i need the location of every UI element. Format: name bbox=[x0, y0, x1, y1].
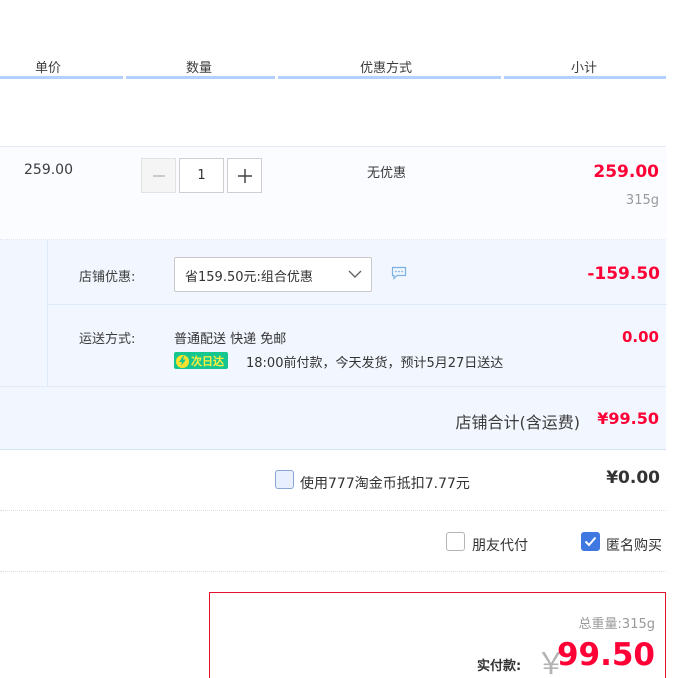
chat-icon[interactable] bbox=[391, 266, 407, 280]
friend-pay-label[interactable]: 朋友代付 bbox=[472, 535, 528, 555]
anonymous-label[interactable]: 匿名购买 bbox=[606, 535, 662, 555]
friend-pay-checkbox[interactable] bbox=[446, 532, 465, 551]
cart-item-row: 259.00 1 无优惠 259.00 315g bbox=[0, 146, 666, 240]
total-weight: 总重量:315g bbox=[579, 613, 655, 632]
shipping-label: 运送方式: bbox=[79, 332, 136, 347]
total-weight-value: 315g bbox=[621, 617, 655, 632]
chevron-down-icon bbox=[348, 270, 362, 278]
shipping-fee: 0.00 bbox=[621, 328, 659, 346]
shop-section: 店铺优惠: 省159.50元:组合优惠 -159.50 运送方式: 普通配送 快… bbox=[0, 240, 667, 386]
item-subtotal: 259.00 bbox=[593, 162, 659, 182]
next-day-badge: 次日达 bbox=[174, 352, 228, 369]
item-weight: 315g bbox=[625, 193, 659, 208]
header-divider bbox=[126, 76, 275, 79]
header-price: 单价 bbox=[35, 61, 62, 76]
shop-total-amount: ¥99.50 bbox=[597, 409, 659, 428]
quantity-stepper: 1 bbox=[141, 158, 262, 193]
plus-icon bbox=[237, 168, 252, 183]
header-divider bbox=[0, 76, 123, 79]
shop-total-label: 店铺合计(含运费) bbox=[455, 413, 581, 432]
quantity-input[interactable]: 1 bbox=[179, 158, 224, 193]
total-weight-label: 总重量: bbox=[578, 617, 622, 632]
promo-method: 无优惠 bbox=[367, 166, 407, 181]
increase-quantity-button[interactable] bbox=[227, 158, 262, 193]
decrease-quantity-button[interactable] bbox=[141, 158, 176, 193]
shipping-method: 普通配送 快递 免邮 bbox=[174, 332, 287, 347]
order-summary-box: 总重量:315g 实付款: ￥ 99.50 bbox=[209, 592, 666, 678]
shop-discount-amount: -159.50 bbox=[587, 264, 660, 284]
shop-total-row: 店铺合计(含运费) ¥99.50 bbox=[0, 386, 666, 450]
use-coins-label[interactable]: 使用777淘金币抵扣7.77元 bbox=[300, 473, 470, 493]
header-divider bbox=[504, 76, 666, 79]
order-table-header: 单价 数量 优惠方式 小计 bbox=[0, 0, 666, 80]
coins-amount: ¥0.00 bbox=[606, 468, 660, 488]
use-coins-checkbox[interactable] bbox=[275, 470, 294, 489]
shop-discount-select-value: 省159.50元:组合优惠 bbox=[185, 270, 313, 285]
shop-discount-row: 店铺优惠: 省159.50元:组合优惠 -159.50 bbox=[48, 240, 667, 305]
unit-price: 259.00 bbox=[24, 162, 73, 178]
taojinbi-row: 使用777淘金币抵扣7.77元 ¥0.00 bbox=[0, 451, 666, 511]
header-promo: 优惠方式 bbox=[360, 61, 413, 76]
check-icon bbox=[584, 536, 597, 547]
minus-icon bbox=[152, 174, 165, 177]
shipping-note: 18:00前付款，今天发货，预计5月27日送达 bbox=[246, 356, 504, 371]
next-day-badge-label: 次日达 bbox=[191, 355, 224, 368]
shop-discount-select[interactable]: 省159.50元:组合优惠 bbox=[174, 257, 372, 292]
payment-options-row: 朋友代付 匿名购买 bbox=[0, 512, 666, 572]
header-quantity: 数量 bbox=[186, 61, 213, 76]
shop-discount-label: 店铺优惠: bbox=[79, 270, 136, 285]
pay-amount-label: 实付款: bbox=[477, 659, 522, 674]
bolt-icon bbox=[176, 354, 189, 368]
anonymous-checkbox[interactable] bbox=[581, 532, 600, 551]
pay-amount: 99.50 bbox=[556, 637, 655, 673]
header-subtotal: 小计 bbox=[571, 61, 598, 76]
header-divider bbox=[278, 76, 501, 79]
shop-section-inner: 店铺优惠: 省159.50元:组合优惠 -159.50 运送方式: 普通配送 快… bbox=[47, 240, 667, 386]
